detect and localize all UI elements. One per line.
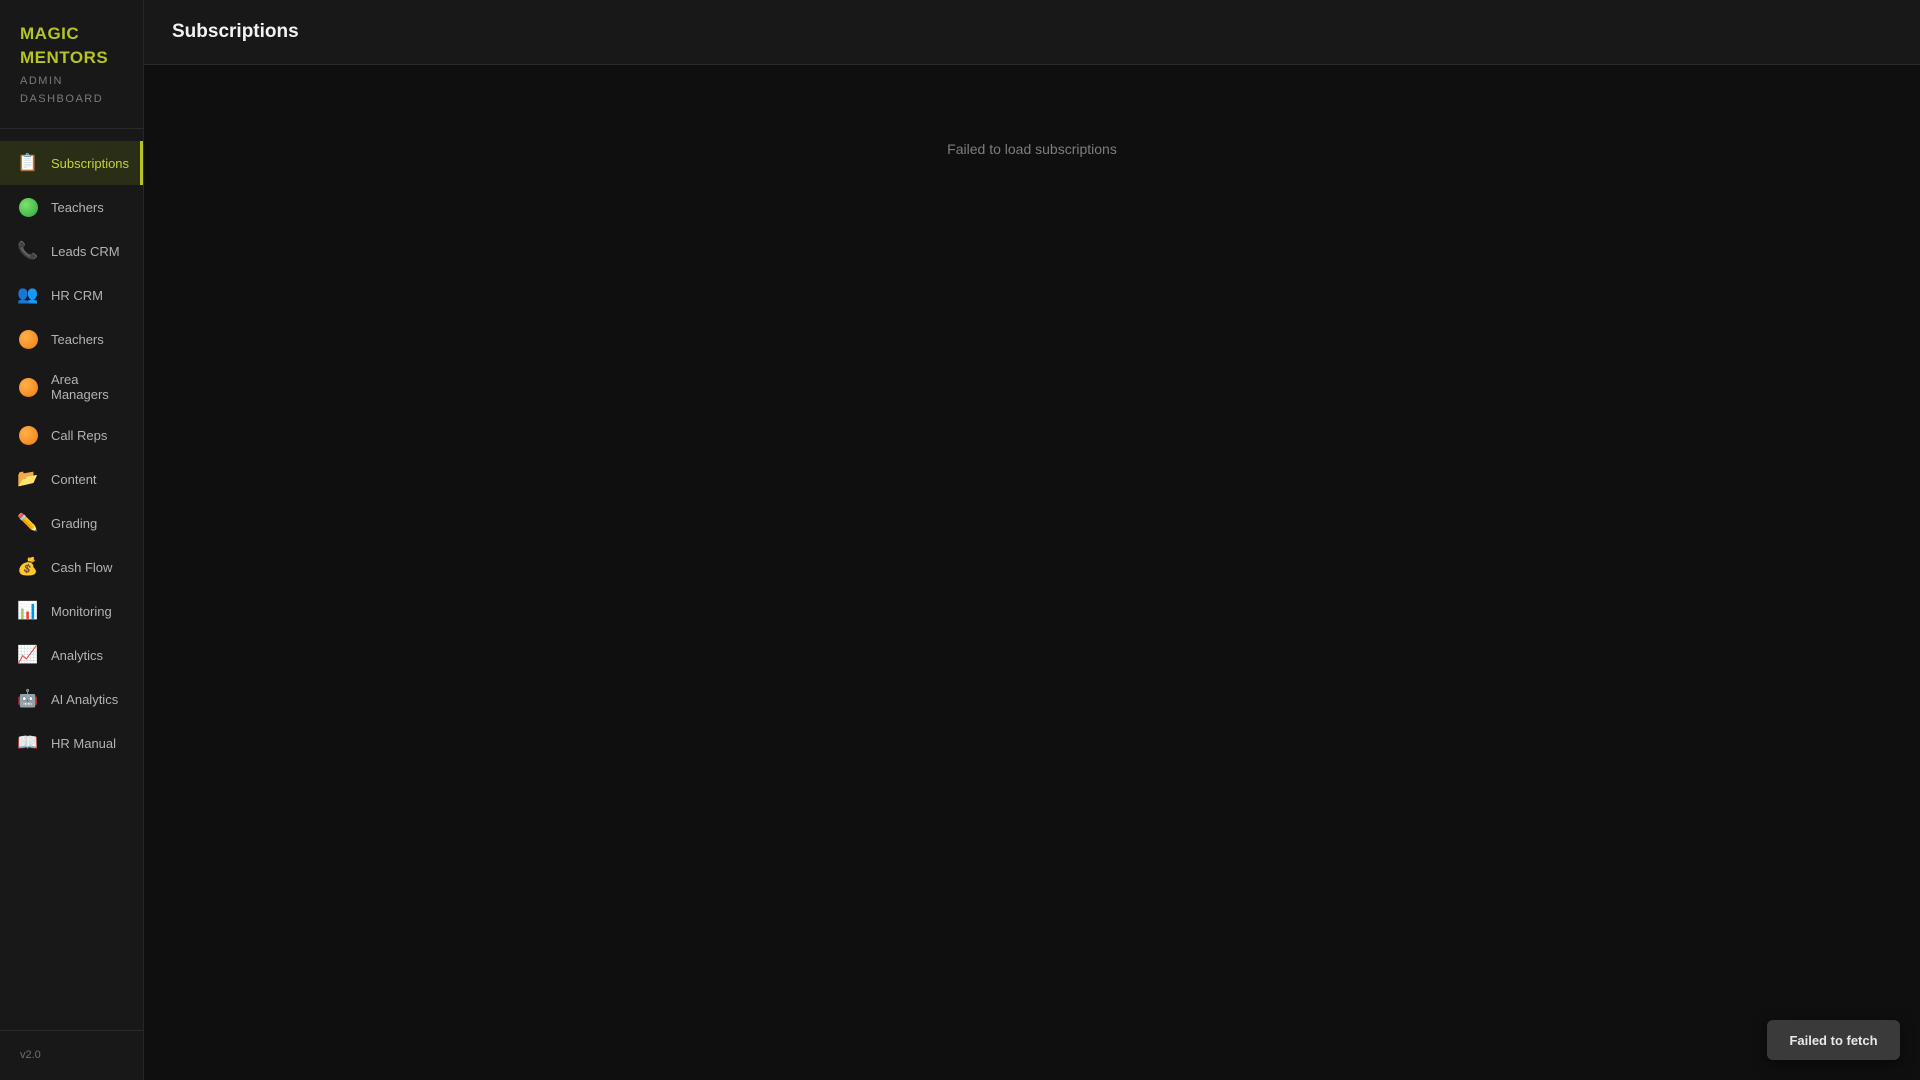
- sidebar-footer: v2.0: [0, 1030, 143, 1080]
- app-root: MAGIC MENTORS ADMIN DASHBOARD 📋 Subscrip…: [0, 0, 1920, 1080]
- line-chart-icon: 📈: [17, 645, 39, 664]
- sidebar-item-analytics[interactable]: 📈 Analytics: [0, 633, 143, 677]
- sidebar-item-area-managers[interactable]: Area Managers: [0, 361, 143, 413]
- brand-subtitle: ADMIN DASHBOARD: [20, 75, 104, 105]
- sidebar-item-label: AI Analytics: [51, 691, 119, 707]
- people-icon: 👥: [17, 285, 39, 304]
- brand-title: MAGIC MENTORS: [20, 24, 109, 67]
- sidebar-item-label: Cash Flow: [51, 559, 113, 575]
- sidebar-item-leads-crm[interactable]: 📞 Leads CRM: [0, 229, 143, 273]
- sidebar-item-teachers[interactable]: Teachers: [0, 185, 143, 229]
- error-toast[interactable]: Failed to fetch: [1767, 1020, 1900, 1060]
- clipboard-icon: 📋: [17, 153, 39, 172]
- folder-icon: 📂: [17, 469, 39, 488]
- sidebar-item-grading[interactable]: ✏️ Grading: [0, 501, 143, 545]
- sidebar-item-ai-analytics[interactable]: 🤖 AI Analytics: [0, 677, 143, 721]
- sidebar-item-label: Teachers: [51, 331, 104, 347]
- content-area: Failed to load subscriptions Failed to f…: [144, 65, 1920, 1080]
- sidebar-item-label: Subscriptions: [51, 155, 130, 171]
- money-bag-icon: 💰: [17, 557, 39, 576]
- phone-icon: 📞: [17, 241, 39, 260]
- sidebar-item-cash-flow[interactable]: 💰 Cash Flow: [0, 545, 143, 589]
- sidebar-item-content[interactable]: 📂 Content: [0, 457, 143, 501]
- sidebar-item-label: HR Manual: [51, 735, 117, 751]
- green-circle-icon: [17, 196, 39, 218]
- sidebar-item-label: Leads CRM: [51, 243, 120, 259]
- version-label: v2.0: [20, 1049, 41, 1061]
- orange-circle-icon: [17, 328, 39, 350]
- sidebar-item-monitoring[interactable]: 📊 Monitoring: [0, 589, 143, 633]
- sidebar-item-hr-crm[interactable]: 👥 HR CRM: [0, 273, 143, 317]
- orange-circle-icon: [17, 424, 39, 446]
- sidebar-item-subscriptions[interactable]: 📋 Subscriptions: [0, 141, 143, 185]
- book-icon: 📖: [17, 733, 39, 752]
- sidebar-item-label: Grading: [51, 515, 98, 531]
- sidebar-item-label: Call Reps: [51, 427, 108, 443]
- sidebar-item-call-reps[interactable]: Call Reps: [0, 413, 143, 457]
- bar-chart-icon: 📊: [17, 601, 39, 620]
- sidebar-nav: 📋 Subscriptions Teachers 📞 Leads CRM 👥 H…: [0, 129, 143, 765]
- main-area: Subscriptions Failed to load subscriptio…: [144, 0, 1920, 1080]
- sidebar-item-label: Teachers: [51, 199, 104, 215]
- sidebar-item-label: Monitoring: [51, 603, 112, 619]
- sidebar-item-label: Area Managers: [51, 372, 109, 402]
- sidebar-item-hr-manual[interactable]: 📖 HR Manual: [0, 721, 143, 765]
- sidebar-item-label: Analytics: [51, 647, 104, 663]
- sidebar-item-label: Content: [51, 471, 97, 487]
- error-message: Failed to load subscriptions: [947, 141, 1117, 157]
- sidebar: MAGIC MENTORS ADMIN DASHBOARD 📋 Subscrip…: [0, 0, 144, 1080]
- brand: MAGIC MENTORS ADMIN DASHBOARD: [0, 0, 143, 129]
- top-bar: Subscriptions: [144, 0, 1920, 65]
- robot-icon: 🤖: [17, 689, 39, 708]
- sidebar-item-teachers-2[interactable]: Teachers: [0, 317, 143, 361]
- page-title: Subscriptions: [172, 21, 299, 42]
- sidebar-item-label: HR CRM: [51, 287, 103, 303]
- pencil-icon: ✏️: [17, 513, 39, 532]
- orange-circle-icon: [17, 376, 39, 398]
